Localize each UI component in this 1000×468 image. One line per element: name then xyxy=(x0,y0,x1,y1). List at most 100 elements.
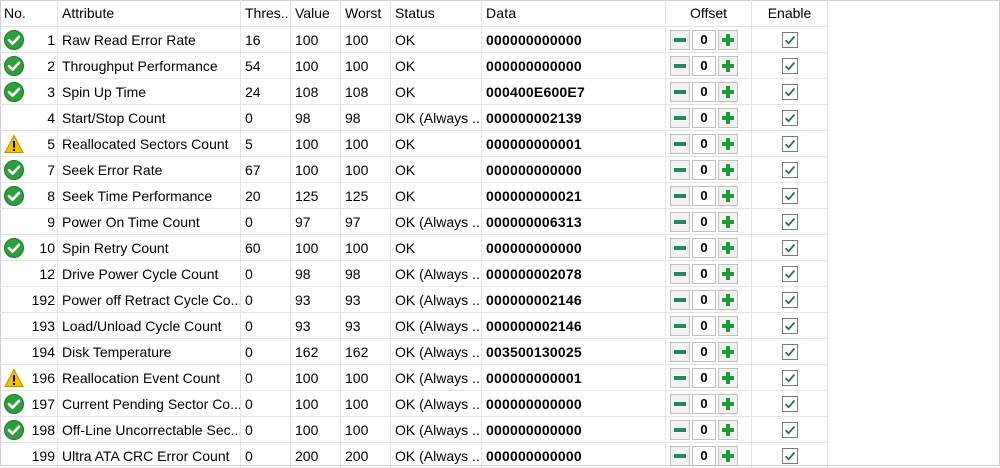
column-header-threshold[interactable]: Thres... xyxy=(241,0,291,26)
decrement-button[interactable] xyxy=(670,107,690,128)
table-row[interactable]: 1 Raw Read Error Rate 16 100 100 OK 0000… xyxy=(0,26,828,52)
increment-button[interactable] xyxy=(718,81,738,102)
offset-value[interactable]: 0 xyxy=(692,445,716,466)
offset-value[interactable]: 0 xyxy=(692,237,716,258)
increment-button[interactable] xyxy=(718,393,738,414)
enable-checkbox[interactable] xyxy=(781,83,798,100)
enable-checkbox[interactable] xyxy=(781,395,798,412)
column-header-data[interactable]: Data xyxy=(482,0,666,26)
column-header-worst[interactable]: Worst xyxy=(341,0,391,26)
offset-stepper[interactable]: 0 xyxy=(670,367,738,388)
decrement-button[interactable] xyxy=(670,289,690,310)
decrement-button[interactable] xyxy=(670,211,690,232)
offset-stepper[interactable]: 0 xyxy=(670,55,738,76)
offset-value[interactable]: 0 xyxy=(692,315,716,336)
offset-stepper[interactable]: 0 xyxy=(670,81,738,102)
decrement-button[interactable] xyxy=(670,367,690,388)
offset-value[interactable]: 0 xyxy=(692,341,716,362)
increment-button[interactable] xyxy=(718,445,738,466)
increment-button[interactable] xyxy=(718,211,738,232)
table-row[interactable]: 8 Seek Time Performance 20 125 125 OK 00… xyxy=(0,182,828,208)
offset-value[interactable]: 0 xyxy=(692,55,716,76)
offset-value[interactable]: 0 xyxy=(692,393,716,414)
enable-checkbox[interactable] xyxy=(781,421,798,438)
offset-value[interactable]: 0 xyxy=(692,289,716,310)
offset-stepper[interactable]: 0 xyxy=(670,315,738,336)
enable-checkbox[interactable] xyxy=(781,109,798,126)
enable-checkbox[interactable] xyxy=(781,343,798,360)
increment-button[interactable] xyxy=(718,367,738,388)
decrement-button[interactable] xyxy=(670,81,690,102)
enable-checkbox[interactable] xyxy=(781,239,798,256)
offset-stepper[interactable]: 0 xyxy=(670,185,738,206)
offset-stepper[interactable]: 0 xyxy=(670,445,738,466)
table-row[interactable]: 3 Spin Up Time 24 108 108 OK 000400E600E… xyxy=(0,78,828,104)
offset-stepper[interactable]: 0 xyxy=(670,393,738,414)
decrement-button[interactable] xyxy=(670,419,690,440)
enable-checkbox[interactable] xyxy=(781,447,798,464)
table-row[interactable]: 194 Disk Temperature 0 162 162 OK (Alway… xyxy=(0,338,828,364)
table-row[interactable]: 193 Load/Unload Cycle Count 0 93 93 OK (… xyxy=(0,312,828,338)
decrement-button[interactable] xyxy=(670,315,690,336)
offset-stepper[interactable]: 0 xyxy=(670,133,738,154)
offset-value[interactable]: 0 xyxy=(692,367,716,388)
column-header-no[interactable]: No. xyxy=(0,0,58,26)
enable-checkbox[interactable] xyxy=(781,135,798,152)
table-row[interactable]: 12 Drive Power Cycle Count 0 98 98 OK (A… xyxy=(0,260,828,286)
offset-stepper[interactable]: 0 xyxy=(670,29,738,50)
increment-button[interactable] xyxy=(718,263,738,284)
offset-value[interactable]: 0 xyxy=(692,263,716,284)
enable-checkbox[interactable] xyxy=(781,265,798,282)
increment-button[interactable] xyxy=(718,237,738,258)
offset-value[interactable]: 0 xyxy=(692,107,716,128)
table-row[interactable]: 197 Current Pending Sector Co... 0 100 1… xyxy=(0,390,828,416)
increment-button[interactable] xyxy=(718,55,738,76)
column-header-offset[interactable]: Offset xyxy=(666,0,752,26)
decrement-button[interactable] xyxy=(670,29,690,50)
table-row[interactable]: 4 Start/Stop Count 0 98 98 OK (Always ..… xyxy=(0,104,828,130)
table-row[interactable]: 5 Reallocated Sectors Count 5 100 100 OK… xyxy=(0,130,828,156)
increment-button[interactable] xyxy=(718,133,738,154)
table-row[interactable]: 7 Seek Error Rate 67 100 100 OK 00000000… xyxy=(0,156,828,182)
offset-value[interactable]: 0 xyxy=(692,185,716,206)
offset-stepper[interactable]: 0 xyxy=(670,107,738,128)
decrement-button[interactable] xyxy=(670,263,690,284)
offset-stepper[interactable]: 0 xyxy=(670,341,738,362)
offset-value[interactable]: 0 xyxy=(692,133,716,154)
enable-checkbox[interactable] xyxy=(781,187,798,204)
table-row[interactable]: 2 Throughput Performance 54 100 100 OK 0… xyxy=(0,52,828,78)
enable-checkbox[interactable] xyxy=(781,317,798,334)
decrement-button[interactable] xyxy=(670,393,690,414)
enable-checkbox[interactable] xyxy=(781,161,798,178)
enable-checkbox[interactable] xyxy=(781,213,798,230)
increment-button[interactable] xyxy=(718,341,738,362)
offset-value[interactable]: 0 xyxy=(692,81,716,102)
increment-button[interactable] xyxy=(718,107,738,128)
enable-checkbox[interactable] xyxy=(781,57,798,74)
offset-stepper[interactable]: 0 xyxy=(670,237,738,258)
offset-value[interactable]: 0 xyxy=(692,419,716,440)
decrement-button[interactable] xyxy=(670,159,690,180)
offset-stepper[interactable]: 0 xyxy=(670,211,738,232)
offset-stepper[interactable]: 0 xyxy=(670,419,738,440)
decrement-button[interactable] xyxy=(670,55,690,76)
column-header-status[interactable]: Status xyxy=(391,0,482,26)
decrement-button[interactable] xyxy=(670,341,690,362)
enable-checkbox[interactable] xyxy=(781,369,798,386)
decrement-button[interactable] xyxy=(670,133,690,154)
increment-button[interactable] xyxy=(718,29,738,50)
table-row[interactable]: 9 Power On Time Count 0 97 97 OK (Always… xyxy=(0,208,828,234)
decrement-button[interactable] xyxy=(670,237,690,258)
increment-button[interactable] xyxy=(718,289,738,310)
enable-checkbox[interactable] xyxy=(781,291,798,308)
offset-value[interactable]: 0 xyxy=(692,159,716,180)
increment-button[interactable] xyxy=(718,159,738,180)
table-row[interactable]: 192 Power off Retract Cycle Co... 0 93 9… xyxy=(0,286,828,312)
table-row[interactable]: 10 Spin Retry Count 60 100 100 OK 000000… xyxy=(0,234,828,260)
column-header-enable[interactable]: Enable xyxy=(752,0,828,26)
table-row[interactable]: 196 Reallocation Event Count 0 100 100 O… xyxy=(0,364,828,390)
offset-value[interactable]: 0 xyxy=(692,29,716,50)
increment-button[interactable] xyxy=(718,315,738,336)
table-row[interactable]: 198 Off-Line Uncorrectable Sec... 0 100 … xyxy=(0,416,828,442)
increment-button[interactable] xyxy=(718,185,738,206)
